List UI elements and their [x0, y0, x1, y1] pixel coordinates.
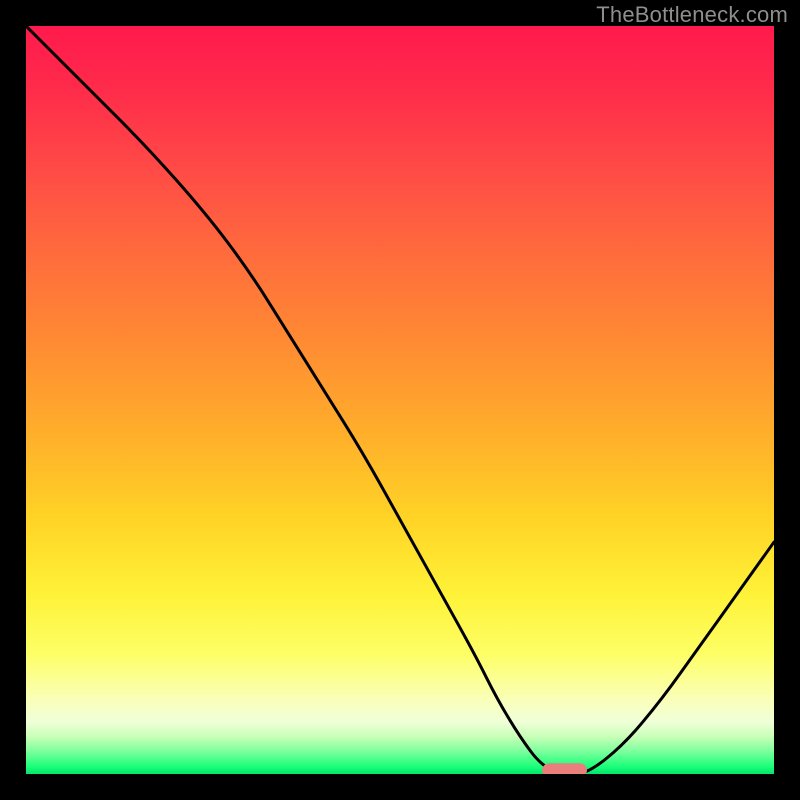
plot-area [26, 26, 774, 774]
bottleneck-curve [26, 26, 774, 774]
curve-layer [26, 26, 774, 774]
optimal-marker [542, 763, 587, 774]
chart-frame: TheBottleneck.com [0, 0, 800, 800]
watermark-text: TheBottleneck.com [596, 2, 788, 28]
